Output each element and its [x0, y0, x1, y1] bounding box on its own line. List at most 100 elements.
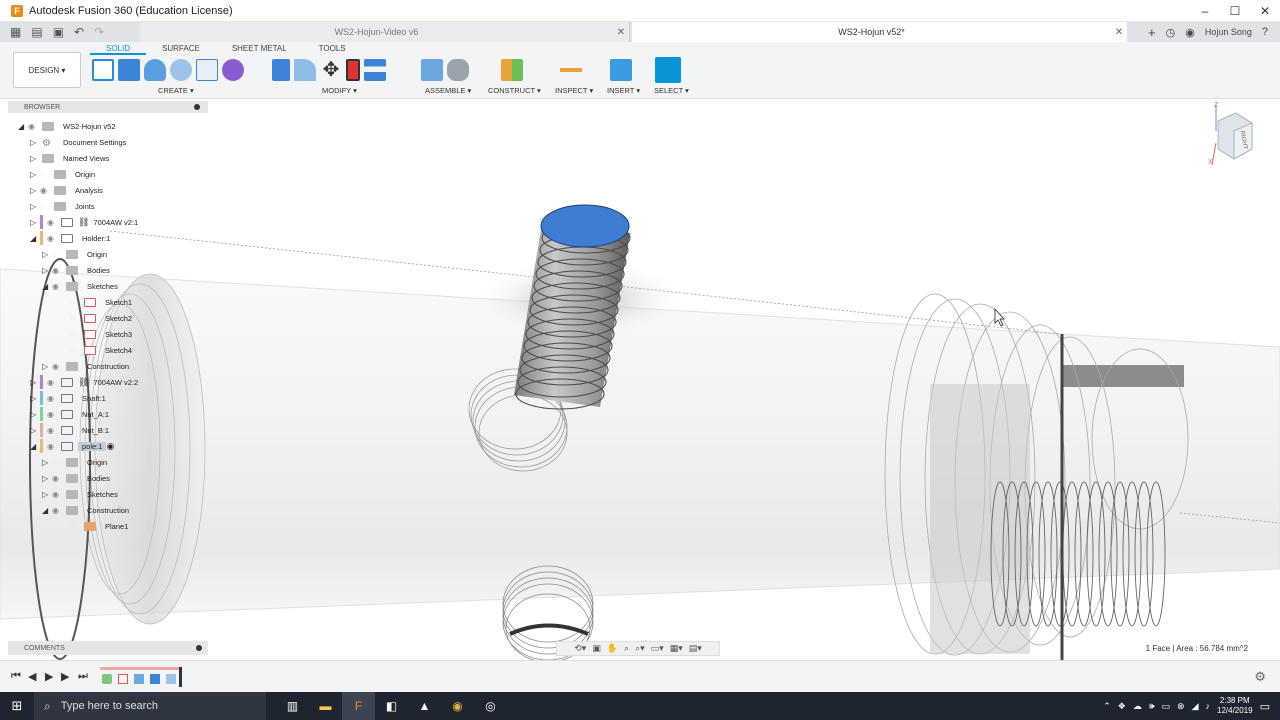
visibility-eye-icon[interactable]: ◉: [47, 234, 59, 243]
form-icon[interactable]: [222, 59, 244, 81]
visibility-eye-icon[interactable]: ◌: [40, 202, 52, 211]
extrude-icon[interactable]: [118, 59, 140, 81]
network-icon[interactable]: ◢: [1192, 701, 1199, 712]
expand-arrow-icon[interactable]: ▷: [30, 378, 40, 387]
expand-arrow-icon[interactable]: ▷: [30, 170, 40, 179]
tree-item-sketch3[interactable]: ◌ Sketch3: [70, 327, 136, 341]
new-component-icon[interactable]: [421, 59, 443, 81]
hole-icon[interactable]: [170, 59, 192, 81]
tree-item-pole-origin[interactable]: ▷ ◌ Origin: [42, 455, 111, 469]
modify-menu[interactable]: MODIFY ▾: [322, 86, 357, 95]
tree-item-pole-construction[interactable]: ◢ ◉ Construction: [42, 503, 133, 517]
tree-item-holder-origin[interactable]: ▷ ◌ Origin: [42, 247, 111, 261]
undo-icon[interactable]: ↶: [74, 25, 84, 39]
visual-studio-icon[interactable]: ◧: [375, 692, 408, 720]
select-menu[interactable]: SELECT ▾: [654, 86, 689, 95]
new-tab-plus-icon[interactable]: +: [1148, 25, 1156, 40]
notifications-icon[interactable]: ◉: [1185, 26, 1195, 39]
redo-icon[interactable]: ↷: [94, 25, 104, 39]
joint-icon[interactable]: [447, 59, 469, 81]
feature-sketch-icon[interactable]: [118, 674, 128, 684]
pan-icon[interactable]: ✋: [607, 643, 618, 654]
speaker-icon[interactable]: ♪: [1206, 701, 1211, 711]
feature-plane2-icon[interactable]: [166, 674, 176, 684]
expand-arrow-icon[interactable]: ▷: [42, 362, 52, 371]
visibility-eye-icon[interactable]: ◉: [47, 394, 59, 403]
tree-item-holder-bodies[interactable]: ▷ ◉ Bodies: [42, 263, 114, 277]
tree-item-7004aw-2[interactable]: ▷ ◉ ⛓ 7004AW v2:2: [30, 375, 142, 389]
tree-item-nut-b[interactable]: ▷ ◉ Nut_B:1: [30, 423, 113, 437]
save-icon[interactable]: ▣: [53, 25, 64, 39]
data-panel-grid-icon[interactable]: ▦: [10, 25, 21, 39]
zoom-icon[interactable]: ⌕: [624, 643, 629, 654]
tray-overflow-icon[interactable]: ⌃: [1103, 701, 1111, 712]
tree-item-document-settings[interactable]: ▷ ⚙ Document Settings: [30, 135, 130, 149]
tree-item-sketch4[interactable]: ◌ Sketch4: [70, 343, 136, 357]
visibility-eye-icon[interactable]: ◌: [70, 522, 82, 531]
play-icon[interactable]: ▶: [45, 670, 53, 683]
collapse-arrow-icon[interactable]: ◢: [42, 282, 52, 291]
subtab-sheet-metal[interactable]: SHEET METAL: [216, 44, 303, 55]
onedrive-icon[interactable]: ☁: [1133, 701, 1142, 712]
tab-ws2-hojun-video[interactable]: WS2-Hojun-Video v6 ✕: [140, 22, 630, 42]
activate-radio-icon[interactable]: ◉: [106, 441, 114, 452]
feature-extrude-icon[interactable]: [150, 674, 160, 684]
expand-arrow-icon[interactable]: ▷: [42, 266, 52, 275]
physical-material-icon[interactable]: [346, 59, 360, 81]
file-menu-icon[interactable]: ▤: [31, 25, 42, 39]
tree-item-sketch2[interactable]: ◌ Sketch2: [70, 311, 136, 325]
fusion-360-taskbar-icon[interactable]: F: [342, 692, 375, 720]
tree-item-holder-sketches[interactable]: ◢ ◉ Sketches: [42, 279, 122, 293]
orbit-icon[interactable]: ⟲▾: [574, 643, 586, 654]
close-button[interactable]: ✕: [1250, 0, 1280, 22]
select-cursor-icon[interactable]: [655, 57, 681, 83]
create-menu[interactable]: CREATE ▾: [158, 86, 194, 95]
collapse-arrow-icon[interactable]: ◢: [30, 442, 40, 451]
chrome-icon[interactable]: ◉: [441, 692, 474, 720]
expand-arrow-icon[interactable]: ▷: [30, 186, 40, 195]
visibility-eye-icon[interactable]: ◌: [70, 314, 82, 323]
expand-arrow-icon[interactable]: ▷: [42, 490, 52, 499]
tree-item-plane1[interactable]: ◌ Plane1: [70, 519, 132, 533]
feature-joint-icon[interactable]: [102, 674, 112, 684]
file-explorer-icon[interactable]: ▬: [309, 692, 342, 720]
fit-icon[interactable]: ⌕▾: [635, 643, 645, 654]
viewports-icon[interactable]: ▤▾: [689, 643, 702, 654]
tree-item-analysis[interactable]: ▷ ◉ Analysis: [30, 183, 107, 197]
collapse-arrow-icon[interactable]: ◢: [18, 122, 28, 131]
move-icon[interactable]: ✥: [320, 59, 342, 81]
expand-arrow-icon[interactable]: ▷: [30, 138, 40, 147]
collapse-arrow-icon[interactable]: ◢: [30, 234, 40, 243]
tree-item-pole[interactable]: ◢ ◉ pole:1 ◉: [30, 439, 114, 453]
visibility-eye-icon[interactable]: ◉: [52, 474, 64, 483]
user-name[interactable]: Hojun Song: [1205, 27, 1252, 37]
visibility-eye-icon[interactable]: ◉: [47, 410, 59, 419]
visibility-eye-icon[interactable]: ◌: [52, 458, 64, 467]
insert-image-icon[interactable]: [610, 59, 632, 81]
fillet-icon[interactable]: [294, 59, 316, 81]
expand-arrow-icon[interactable]: ▷: [30, 394, 40, 403]
tab-close-icon[interactable]: ✕: [613, 27, 629, 38]
subtab-tools[interactable]: TOOLS: [303, 44, 362, 55]
offset-plane-icon[interactable]: [501, 59, 523, 81]
visibility-eye-icon[interactable]: ◉: [47, 442, 59, 451]
timeline-features[interactable]: [100, 667, 182, 687]
visibility-eye-icon[interactable]: ◉: [52, 266, 64, 275]
press-pull-icon[interactable]: [272, 59, 290, 81]
revolve-icon[interactable]: [144, 59, 166, 81]
insert-menu[interactable]: INSERT ▾: [607, 86, 640, 95]
timeline-settings-gear-icon[interactable]: ⚙: [1254, 669, 1266, 685]
expand-arrow-icon[interactable]: ▷: [30, 202, 40, 211]
visibility-eye-icon[interactable]: ◉: [47, 378, 59, 387]
job-status-icon[interactable]: ◷: [1166, 26, 1176, 39]
assemble-menu[interactable]: ASSEMBLE ▾: [425, 86, 471, 95]
battery-icon[interactable]: ▭: [1162, 701, 1171, 712]
tree-item-sketch1[interactable]: ◌ Sketch1: [70, 295, 136, 309]
comments-pin-icon[interactable]: [196, 645, 202, 651]
tree-item-holder[interactable]: ◢ ◉ Holder:1: [30, 231, 114, 245]
app-icon-mountain[interactable]: ▲: [408, 692, 441, 720]
visibility-eye-icon[interactable]: ◉: [40, 186, 52, 195]
display-settings-icon[interactable]: ▭▾: [651, 643, 664, 654]
align-icon[interactable]: [364, 59, 386, 81]
tree-root[interactable]: ◢ ◉ WS2-Hojun v52: [18, 119, 120, 133]
